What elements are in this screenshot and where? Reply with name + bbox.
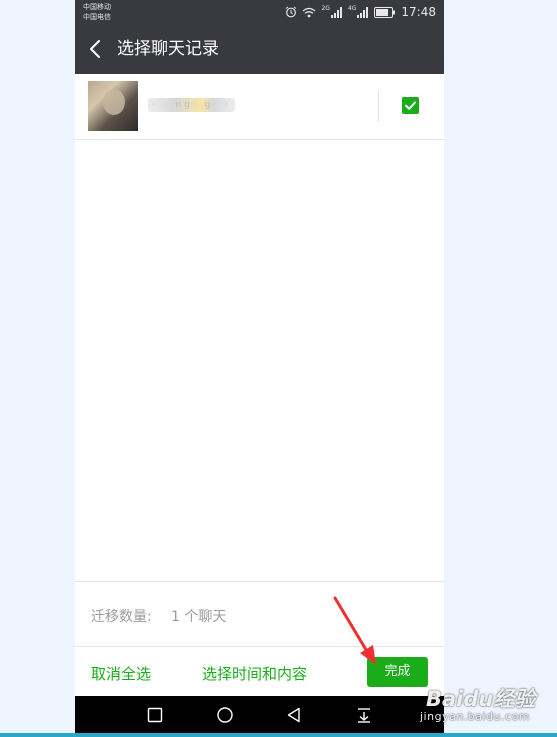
status-icons: 2G 4G 17:48 (285, 4, 436, 20)
back-button[interactable] (85, 37, 109, 61)
status-bar: 中国移动 中国电信 2G 4G 17:48 (75, 0, 444, 25)
chat-name: · · ng· g· · (148, 98, 235, 112)
bottom-action-bar: 取消全选 选择时间和内容 完成 (75, 646, 444, 697)
signal-icon (330, 6, 343, 18)
chat-list-item[interactable]: · · ng· g· · (75, 74, 444, 140)
notification-pulldown-icon[interactable] (355, 706, 373, 724)
select-time-content-button[interactable]: 选择时间和内容 (202, 663, 307, 684)
signal-icon (357, 6, 369, 18)
carrier-info: 中国移动 中国电信 (83, 2, 111, 22)
deselect-all-button[interactable]: 取消全选 (91, 663, 151, 684)
watermark-site: jingyan.baidu.com (420, 710, 531, 723)
back-triangle-icon[interactable] (285, 706, 303, 724)
battery-icon (374, 6, 396, 18)
carrier-1: 中国移动 (83, 3, 111, 11)
watermark-brand: Baidu经验 (426, 687, 536, 711)
annotation-arrow-icon (333, 596, 376, 665)
phone-screen: 中国移动 中国电信 2G 4G 17:48 选择聊天记录 · · ng· g· … (75, 0, 444, 733)
home-icon[interactable] (216, 706, 234, 724)
system-nav-bar (75, 696, 444, 733)
network-type-2: 4G (347, 4, 357, 12)
migration-count-label: 迁移数量: (91, 609, 152, 625)
status-time: 17:48 (401, 5, 436, 19)
baidu-watermark: Baidu经验 jingyan.baidu.com (420, 678, 552, 728)
wifi-icon (302, 7, 316, 18)
migration-count-value: 1 个聊天 (171, 609, 227, 625)
chevron-left-icon (90, 40, 100, 58)
network-type-1: 2G (321, 4, 330, 12)
divider (378, 90, 379, 122)
checkmark-icon (405, 101, 416, 110)
page-title: 选择聊天记录 (117, 39, 219, 59)
migration-count-row: 迁移数量: 1 个聊天 (75, 581, 444, 647)
bottom-divider (0, 733, 557, 737)
chat-select-checkbox[interactable] (402, 97, 419, 114)
alarm-icon (285, 6, 297, 18)
carrier-2: 中国电信 (83, 13, 111, 21)
header-bar: 选择聊天记录 (75, 25, 444, 74)
avatar (88, 81, 138, 131)
recent-apps-icon[interactable] (146, 706, 164, 724)
